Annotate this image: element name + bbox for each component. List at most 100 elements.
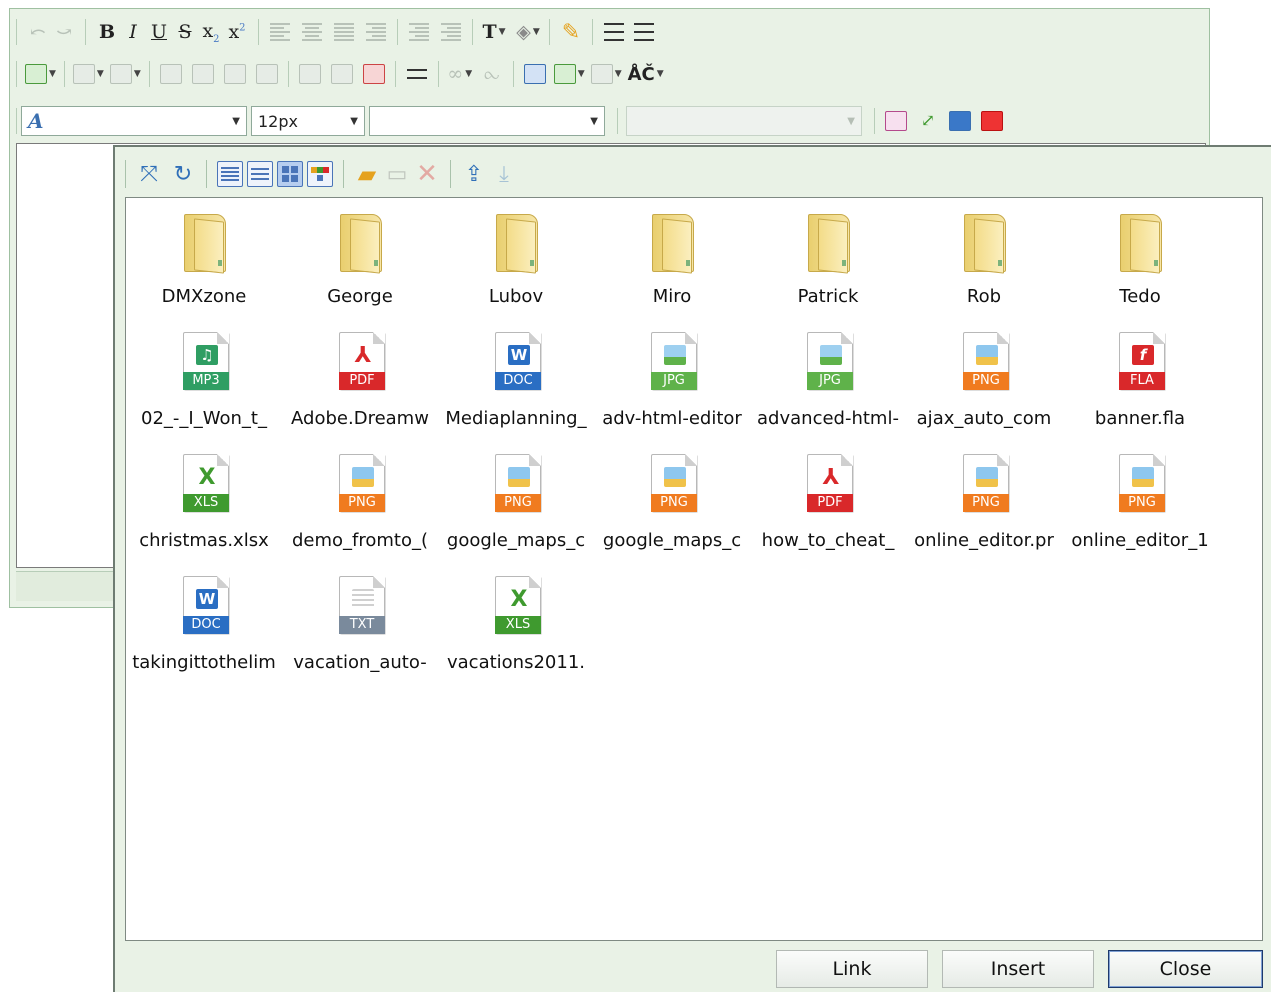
file-item[interactable]: JPG adv-html-editor bbox=[594, 322, 750, 440]
delete-row-button[interactable] bbox=[297, 60, 323, 88]
file-item[interactable]: ⅄ PDF how_to_cheat_ bbox=[750, 444, 906, 562]
unlink-button[interactable]: ⧜ bbox=[479, 60, 505, 88]
file-item[interactable]: W DOC Mediaplanning_ bbox=[438, 322, 594, 440]
insert-column-right-button[interactable] bbox=[254, 60, 280, 88]
redo-button[interactable]: ⤻ bbox=[51, 18, 77, 46]
format-select[interactable]: ▼ bbox=[369, 106, 605, 136]
insert-file-button[interactable] bbox=[522, 60, 548, 88]
file-type-label: XLS bbox=[183, 494, 229, 512]
folder-item[interactable]: Rob bbox=[906, 200, 1062, 318]
view-thumbnails-button[interactable] bbox=[277, 161, 303, 187]
folder-item[interactable]: Miro bbox=[594, 200, 750, 318]
refresh-button[interactable]: ↻ bbox=[168, 159, 198, 189]
bulleted-list-button[interactable] bbox=[601, 18, 627, 46]
file-item[interactable]: f FLA banner.fla bbox=[1062, 322, 1218, 440]
underline-button[interactable]: U bbox=[146, 18, 172, 46]
insert-image-button[interactable]: ▼ bbox=[553, 60, 585, 88]
file-item[interactable]: PNG ajax_auto_com bbox=[906, 322, 1062, 440]
indent-button[interactable] bbox=[406, 18, 432, 46]
upload-button[interactable]: ⇪ bbox=[459, 159, 489, 189]
dropdown-arrow-icon: ▼ bbox=[590, 115, 598, 127]
superscript-button[interactable]: x2 bbox=[224, 18, 250, 46]
special-characters-button[interactable]: ÅČ ▼ bbox=[628, 60, 664, 88]
file-item[interactable]: ⅄ PDF Adobe.Dreamw bbox=[282, 322, 438, 440]
insert-row-above-button[interactable] bbox=[158, 60, 184, 88]
folder-item[interactable]: Patrick bbox=[750, 200, 906, 318]
file-item[interactable]: PNG google_maps_c bbox=[438, 444, 594, 562]
exit-button[interactable] bbox=[979, 107, 1005, 135]
insert-media-button[interactable]: ▼ bbox=[590, 60, 622, 88]
clean-formatting-button[interactable]: ✎ bbox=[558, 18, 584, 46]
align-left-button[interactable] bbox=[267, 18, 293, 46]
file-item[interactable]: ♫ MP3 02_-_I_Won_t_ bbox=[126, 322, 282, 440]
font-size-select[interactable]: 12px ▼ bbox=[251, 106, 365, 136]
special-characters-icon: ÅČ bbox=[627, 63, 655, 85]
file-item[interactable]: PNG online_editor.pr bbox=[906, 444, 1062, 562]
view-list-button[interactable] bbox=[247, 161, 273, 187]
dropdown-arrow-icon: ▼ bbox=[577, 69, 585, 79]
mp3-file-icon: ♫ MP3 bbox=[176, 330, 232, 396]
text-color-button[interactable]: T ▼ bbox=[481, 18, 507, 46]
file-item[interactable]: W DOC takingittothelim bbox=[126, 566, 282, 684]
new-folder-button[interactable]: ▰ bbox=[352, 159, 382, 189]
align-center-button[interactable] bbox=[299, 18, 325, 46]
style-select[interactable]: ▼ bbox=[626, 106, 862, 136]
save-button[interactable] bbox=[947, 107, 973, 135]
file-list[interactable]: DMXzone George Lubov Miro Patrick Rob Tedo ♫ MP3… bbox=[125, 197, 1263, 941]
table-properties-button[interactable]: ▼ bbox=[72, 60, 104, 88]
row-below-icon bbox=[191, 64, 214, 84]
subscript-button[interactable]: x2 bbox=[198, 18, 224, 46]
file-item[interactable]: TXT vacation_auto- bbox=[282, 566, 438, 684]
close-button[interactable]: Close bbox=[1108, 950, 1263, 988]
file-item[interactable]: PNG online_editor_1 bbox=[1062, 444, 1218, 562]
horizontal-rule-button[interactable] bbox=[404, 60, 430, 88]
view-details-button[interactable] bbox=[217, 161, 243, 187]
file-item[interactable]: PNG google_maps_c bbox=[594, 444, 750, 562]
download-button[interactable]: ⤓ bbox=[489, 159, 519, 189]
insert-button[interactable]: Insert bbox=[942, 950, 1094, 988]
font-family-select[interactable]: A ▼ bbox=[21, 106, 247, 136]
strikethrough-button[interactable]: S bbox=[172, 18, 198, 46]
background-color-button[interactable]: ◈ ▼ bbox=[515, 18, 541, 46]
insert-table-button[interactable]: ▼ bbox=[25, 60, 56, 88]
delete-button[interactable]: ✕ bbox=[412, 159, 442, 189]
fullscreen-button[interactable]: ⤢ bbox=[915, 107, 941, 135]
item-name: Tedo bbox=[1119, 286, 1161, 307]
align-right-button[interactable] bbox=[363, 18, 389, 46]
file-item[interactable]: JPG advanced-html- bbox=[750, 322, 906, 440]
cell-properties-button[interactable]: ▼ bbox=[109, 60, 141, 88]
link-button[interactable]: Link bbox=[776, 950, 928, 988]
insert-column-left-button[interactable] bbox=[222, 60, 248, 88]
file-type-label: XLS bbox=[495, 616, 541, 634]
undo-button[interactable]: ⤺ bbox=[25, 18, 51, 46]
outdent-button[interactable] bbox=[438, 18, 464, 46]
png-file-icon: PNG bbox=[488, 452, 544, 518]
align-justify-button[interactable] bbox=[331, 18, 357, 46]
folder-item[interactable]: Tedo bbox=[1062, 200, 1218, 318]
delete-column-button[interactable] bbox=[329, 60, 355, 88]
bold-button[interactable]: B bbox=[94, 18, 120, 46]
folder-icon bbox=[488, 208, 544, 274]
insert-link-button[interactable]: ∞ ▼ bbox=[447, 60, 473, 88]
numbered-list-button[interactable] bbox=[631, 18, 657, 46]
file-browser-dialog: ⤧ ↻ ▰ ▭ ✕ ⇪ ⤓ DMXzone George Lubov Miro Patr… bbox=[113, 145, 1271, 992]
png-file-icon: PNG bbox=[956, 330, 1012, 396]
maximize-button[interactable]: ⤧ bbox=[134, 159, 164, 189]
dropdown-arrow-icon: ▼ bbox=[350, 115, 358, 127]
file-item[interactable]: X XLS vacations2011. bbox=[438, 566, 594, 684]
insert-row-below-button[interactable] bbox=[190, 60, 216, 88]
italic-button[interactable]: I bbox=[120, 18, 146, 46]
folder-item[interactable]: Lubov bbox=[438, 200, 594, 318]
rename-button[interactable]: ▭ bbox=[382, 159, 412, 189]
dropdown-arrow-icon: ▼ bbox=[232, 115, 240, 127]
file-item[interactable]: PNG demo_fromto_( bbox=[282, 444, 438, 562]
column-right-icon bbox=[255, 64, 278, 84]
dropdown-arrow-icon: ▼ bbox=[847, 115, 855, 127]
delete-table-button[interactable] bbox=[361, 60, 387, 88]
file-item[interactable]: X XLS christmas.xlsx bbox=[126, 444, 282, 562]
folder-item[interactable]: DMXzone bbox=[126, 200, 282, 318]
item-name: advanced-html- bbox=[757, 408, 899, 429]
view-large-icons-button[interactable] bbox=[307, 161, 333, 187]
html-source-button[interactable] bbox=[883, 107, 909, 135]
folder-item[interactable]: George bbox=[282, 200, 438, 318]
